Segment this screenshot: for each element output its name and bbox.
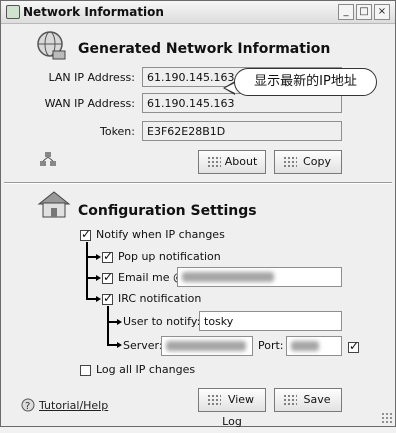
notify-checkbox[interactable]: ✓	[80, 227, 92, 241]
minimize-button[interactable]: _	[338, 4, 354, 20]
irc-label: IRC notification	[118, 292, 202, 305]
server-label: Server:	[123, 339, 163, 352]
popup-checkbox[interactable]: ✓	[102, 249, 114, 263]
callout-bubble: 显示最新的IP地址	[234, 68, 377, 96]
copy-button[interactable]: Copy	[274, 150, 342, 174]
arrow-icon	[117, 319, 122, 325]
check-icon: ✓	[81, 227, 92, 241]
globe-network-icon	[37, 31, 66, 60]
button-grip-icon	[283, 156, 297, 168]
arrow-icon	[117, 342, 122, 348]
popup-label: Pop up notification	[118, 250, 221, 263]
resize-grip-icon[interactable]	[381, 412, 393, 424]
token-field[interactable]: E3F62E28B1D	[142, 121, 342, 141]
tutorial-help-link[interactable]: Tutorial/Help	[39, 399, 108, 412]
email-field[interactable]	[177, 267, 342, 287]
arrow-icon	[96, 254, 101, 260]
about-button[interactable]: About	[198, 150, 266, 174]
email-checkbox[interactable]: ✓	[102, 270, 114, 284]
button-grip-icon	[207, 394, 221, 406]
token-label: Token:	[99, 125, 135, 138]
notify-label: Notify when IP changes	[96, 228, 225, 241]
irc-checkbox[interactable]: ✓	[102, 291, 114, 305]
title-bar: Network Information _ □ ×	[1, 1, 395, 24]
email-label: Email me @	[118, 271, 184, 284]
arrow-icon	[96, 275, 101, 281]
network-nodes-icon	[40, 152, 56, 166]
config-heading: Configuration Settings	[78, 203, 257, 219]
lan-ip-label: LAN IP Address:	[48, 71, 135, 84]
user-label: User to notify:	[123, 315, 201, 328]
house-icon	[37, 191, 71, 218]
help-icon: ?	[21, 398, 35, 412]
redacted-value	[291, 341, 319, 351]
app-icon	[6, 5, 20, 19]
svg-text:?: ?	[25, 401, 30, 412]
network-heading: Generated Network Information	[78, 41, 331, 57]
user-field[interactable]: tosky	[199, 311, 342, 331]
maximize-button[interactable]: □	[356, 4, 372, 20]
save-button[interactable]: Save	[274, 388, 342, 412]
port-label: Port:	[258, 339, 284, 352]
port-field[interactable]	[286, 336, 342, 356]
view-log-button[interactable]: View Log	[198, 388, 266, 428]
check-icon: ✓	[103, 249, 114, 263]
redacted-value	[182, 272, 274, 282]
log-checkbox[interactable]	[80, 365, 91, 376]
port-checkbox[interactable]: ✓	[348, 339, 360, 353]
close-button[interactable]: ×	[374, 4, 390, 20]
arrow-icon	[96, 296, 101, 302]
button-grip-icon	[207, 156, 221, 168]
check-icon: ✓	[349, 339, 360, 353]
wan-ip-field[interactable]: 61.190.145.163	[142, 93, 342, 113]
window-title: Network Information	[23, 5, 164, 19]
button-grip-icon	[283, 394, 297, 406]
wan-ip-label: WAN IP Address:	[44, 97, 135, 110]
section-divider	[4, 182, 392, 184]
check-icon: ✓	[103, 291, 114, 305]
check-icon: ✓	[103, 270, 114, 284]
redacted-value	[166, 341, 246, 351]
log-label: Log all IP changes	[96, 363, 196, 376]
server-field[interactable]	[161, 336, 253, 356]
network-information-window: Network Information _ □ × Generated Netw…	[0, 0, 396, 428]
